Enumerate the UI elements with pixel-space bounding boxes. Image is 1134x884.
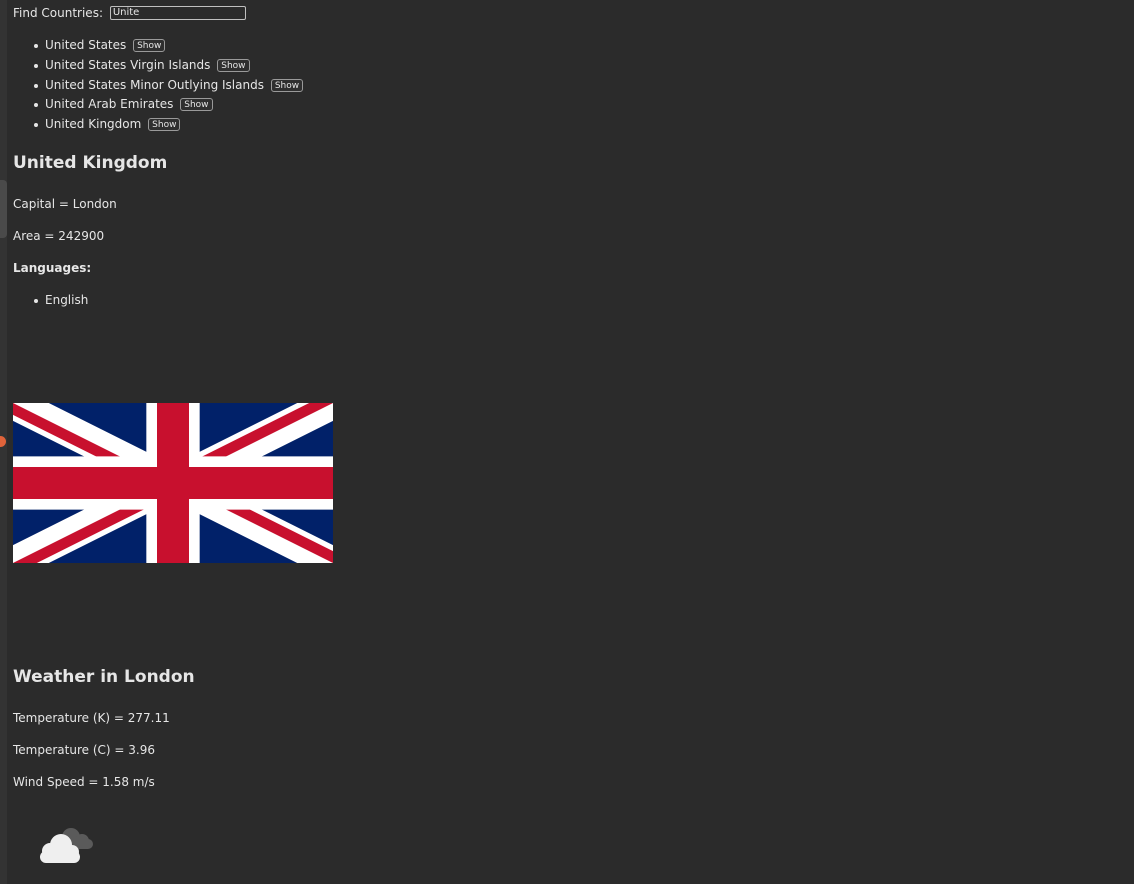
list-item: United Arab Emirates Show (13, 95, 303, 115)
temperature-kelvin-text: Temperature (K) = 277.11 (13, 711, 170, 725)
notification-dot-icon[interactable] (0, 436, 6, 447)
capital-text: Capital = London (13, 197, 117, 211)
country-name: United Kingdom (45, 117, 142, 132)
languages-heading: Languages: (13, 261, 92, 275)
search-input[interactable] (109, 6, 246, 20)
temperature-celsius-text: Temperature (C) = 3.96 (13, 743, 155, 757)
search-row: Find Countries: (13, 5, 246, 21)
list-item: United States Minor Outlying Islands Sho… (13, 76, 304, 96)
search-label: Find Countries: (13, 6, 103, 20)
area-text: Area = 242900 (13, 229, 105, 243)
list-item: United States Virgin Islands Show (13, 56, 303, 76)
cloudy-icon (40, 828, 93, 863)
show-button[interactable]: Show (217, 58, 250, 72)
weather-title: Weather in London (13, 667, 195, 687)
wind-speed-text: Wind Speed = 1.58 m/s (13, 775, 155, 789)
show-button[interactable]: Show (133, 39, 166, 52)
show-button[interactable]: Show (180, 98, 213, 112)
show-button[interactable]: Show (270, 78, 304, 92)
country-name: United States Virgin Islands (45, 57, 211, 72)
country-title: United Kingdom (13, 153, 168, 173)
languages-list: English (13, 291, 88, 311)
country-name: United Arab Emirates (45, 97, 174, 112)
show-button[interactable]: Show (148, 118, 181, 132)
country-name: United States Minor Outlying Islands (45, 77, 264, 92)
list-item: United States Show (13, 36, 303, 56)
language-name: English (45, 293, 89, 307)
left-rail (0, 0, 7, 884)
list-item: English (13, 291, 88, 311)
country-name: United States (45, 38, 127, 52)
list-item: United Kingdom Show (13, 115, 303, 135)
union-jack-flag-icon (13, 403, 333, 563)
country-results-list: United States Show United States Virgin … (13, 36, 304, 135)
rail-handle[interactable] (0, 180, 7, 238)
